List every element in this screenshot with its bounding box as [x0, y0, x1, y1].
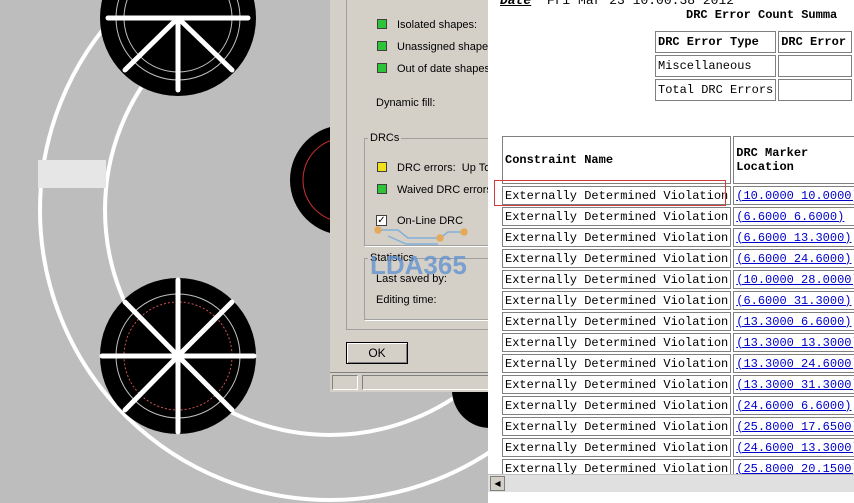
marker-location-link[interactable]: (13.3000 24.6000): [736, 357, 854, 371]
marker-location-link[interactable]: (24.6000 13.3000): [736, 441, 854, 455]
waived-drc-status-icon: [377, 184, 387, 194]
marker-location-link[interactable]: (13.3000 13.3000): [736, 336, 854, 350]
summary-table: DRC Error Type DRC Error Miscellaneous T…: [653, 29, 854, 103]
constraint-name-cell: Externally Determined Violation: [502, 249, 732, 268]
ok-button[interactable]: OK: [346, 342, 408, 364]
pad-bottom-left[interactable]: [99, 277, 257, 435]
highlight-box: [494, 180, 726, 206]
date-label: Date: [500, 0, 532, 8]
marker-location-cell: (13.3000 13.3000): [733, 333, 854, 352]
marker-location-link[interactable]: (6.6000 24.6000): [736, 252, 851, 266]
constraint-name-cell: Externally Determined Violation: [502, 354, 732, 373]
marker-location-cell: (6.6000 6.6000): [733, 207, 854, 226]
table-row: Externally Determined Violation (24.6000 …: [502, 438, 854, 457]
drc-errors-text: DRC errors:: [397, 162, 456, 174]
marker-location-cell: (10.0000 28.0000): [733, 270, 854, 289]
drc-errors-status-icon: [377, 162, 387, 172]
date-value: Fri Mar 23 10:00:38 2012: [546, 0, 735, 8]
constraint-name-cell: Externally Determined Violation: [502, 312, 732, 331]
marker-location-link[interactable]: (10.0000 28.0000): [736, 273, 854, 287]
summary-header: DRC Error: [778, 31, 852, 53]
isolated-shapes-label: Isolated shapes:: [397, 19, 478, 31]
drcs-group-title: DRCs: [368, 132, 402, 144]
constraint-name-cell: Externally Determined Violation: [502, 438, 732, 457]
dynamic-fill-label: Dynamic fill:: [376, 97, 436, 109]
marker-location-cell: (24.6000 6.6000): [733, 396, 854, 415]
table-row: Externally Determined Violation (6.6000 3…: [502, 291, 854, 310]
marker-location-header: DRC Marker Location: [733, 136, 854, 184]
marker-location-cell: (24.6000 13.3000): [733, 438, 854, 457]
marker-location-cell: (6.6000 31.3000): [733, 291, 854, 310]
isolated-shapes-status-icon: [377, 19, 387, 29]
constraint-name-cell: Externally Determined Violation: [502, 375, 732, 394]
waived-drc-label: Waived DRC errors: [397, 184, 492, 196]
marker-location-link[interactable]: (10.0000 10.0000): [736, 189, 854, 203]
table-row: Externally Determined Violation (13.3000 …: [502, 333, 854, 352]
constraint-name-cell: Externally Determined Violation: [502, 333, 732, 352]
table-row: Externally Determined Violation (6.6000 1…: [502, 228, 854, 247]
lda365-watermark-logo: LDA365: [370, 226, 468, 280]
marker-location-link[interactable]: (24.6000 6.6000): [736, 399, 851, 413]
drc-report: Date Fri Mar 23 10:00:38 2012 DRC Error …: [488, 0, 854, 503]
marker-location-cell: (13.3000 24.6000): [733, 354, 854, 373]
status-cell: [332, 375, 358, 390]
horizontal-scrollbar[interactable]: ◀: [488, 474, 854, 492]
table-row: Externally Determined Violation (25.8000 …: [502, 417, 854, 436]
table-row: Externally Determined Violation (13.3000 …: [502, 375, 854, 394]
summary-cell: Total DRC Errors: [655, 79, 777, 101]
drc-errors-value: Up To: [461, 162, 491, 174]
marker-location-link[interactable]: (13.3000 31.3000): [736, 378, 854, 392]
out-of-date-shapes-status-icon: [377, 63, 387, 73]
constraint-name-cell: Externally Determined Violation: [502, 228, 732, 247]
marker-location-cell: (6.6000 13.3000): [733, 228, 854, 247]
table-row: Externally Determined Violation (24.6000 …: [502, 396, 854, 415]
constraint-name-cell: Externally Determined Violation: [502, 417, 732, 436]
marker-location-link[interactable]: (6.6000 6.6000): [736, 210, 844, 224]
marker-location-link[interactable]: (6.6000 31.3000): [736, 294, 851, 308]
table-row: Externally Determined Violation (13.3000 …: [502, 354, 854, 373]
out-of-date-shapes-label: Out of date shapes: [397, 63, 490, 75]
summary-header: DRC Error Type: [655, 31, 777, 53]
editing-time-label: Editing time:: [376, 294, 437, 306]
table-row: Externally Determined Violation (6.6000 6…: [502, 207, 854, 226]
status-cell: [362, 375, 492, 390]
unassigned-shapes-status-icon: [377, 41, 387, 51]
marker-location-cell: (13.3000 31.3000): [733, 375, 854, 394]
table-row: Externally Determined Violation (6.6000 2…: [502, 249, 854, 268]
watermark-text: LDA365: [370, 250, 467, 280]
scroll-left-icon[interactable]: ◀: [490, 476, 505, 491]
constraint-name-cell: Externally Determined Violation: [502, 396, 732, 415]
marker-location-cell: (25.8000 17.6500): [733, 417, 854, 436]
constraint-name-cell: Externally Determined Violation: [502, 270, 732, 289]
marker-location-link[interactable]: (6.6000 13.3000): [736, 231, 851, 245]
summary-cell: Miscellaneous: [655, 55, 777, 77]
constraint-name-cell: Externally Determined Violation: [502, 207, 732, 226]
violations-body: Externally Determined Violation (10.0000 …: [502, 186, 854, 478]
constraint-name-cell: Externally Determined Violation: [502, 291, 732, 310]
table-row: Externally Determined Violation (13.3000 …: [502, 312, 854, 331]
marker-location-cell: (6.6000 24.6000): [733, 249, 854, 268]
marker-location-link[interactable]: (13.3000 6.6000): [736, 315, 851, 329]
constraint-name-header: Constraint Name: [502, 136, 732, 184]
marker-location-link[interactable]: (25.8000 17.6500): [736, 420, 854, 434]
marker-location-cell: (10.0000 10.0000): [733, 186, 854, 205]
drc-errors-label: DRC errors: Up To: [397, 162, 490, 174]
marker-location-cell: (13.3000 6.6000): [733, 312, 854, 331]
table-row: Externally Determined Violation (10.0000 …: [502, 270, 854, 289]
summary-cell: [778, 79, 852, 101]
unassigned-shapes-label: Unassigned shape: [397, 41, 489, 53]
summary-cell: [778, 55, 852, 77]
report-date: Date Fri Mar 23 10:00:38 2012: [500, 0, 734, 8]
summary-title: DRC Error Count Summa: [686, 8, 838, 22]
dialog-status-bar: [330, 372, 495, 393]
